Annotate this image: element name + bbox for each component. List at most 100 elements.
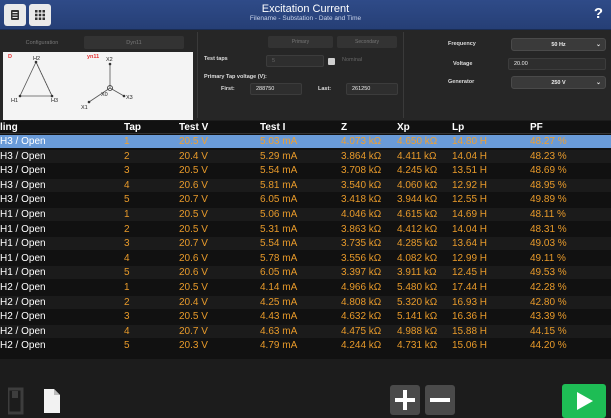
save-icon [8,387,24,415]
cell-test-v: 20.5 V [179,136,208,147]
cell-xp: 4.060 kΩ [397,179,438,191]
table-row[interactable]: H3 / Open 5 20.7 V 6.05 mA 3.418 kΩ 3.944 kΩ 1… [0,193,611,206]
table-row[interactable]: H2 / Open 1 20.5 V 4.14 mA 4.966 kΩ 5.480 kΩ 1… [0,281,611,294]
cell-lp: 14.69 H [452,209,488,220]
winding-diagram-drawing [18,60,126,104]
table-row[interactable]: H3 / Open 4 20.6 V 5.81 mA 3.540 kΩ 4.060 kΩ 1… [0,178,611,192]
frequency-select[interactable]: 50 Hz ⌄ [511,38,606,51]
column-header-lp[interactable]: Lp [452,122,464,133]
cell-test-v: 20.7 V [179,238,208,250]
cell-pf: 49.53 % [530,267,567,279]
cell-winding: H3 / Open [0,150,46,162]
table-row[interactable]: H3 / Open 2 20.4 V 5.29 mA 3.864 kΩ 4.411 kΩ 1… [0,149,611,163]
table-row[interactable]: H1 / Open 2 20.5 V 5.31 mA 3.863 kΩ 4.412 kΩ 1… [0,223,611,236]
chevron-down-icon: ⌄ [595,80,601,86]
generator-label: Generator [448,79,475,85]
test-taps-field[interactable]: 5 [266,55,324,67]
nominal-label: Nominal [342,57,363,63]
cell-tap: 4 [124,252,130,264]
save-button[interactable] [6,386,28,416]
tab-configuration[interactable]: Configuration [2,36,82,49]
cell-winding: H1 / Open [0,238,46,250]
cell-test-i: 5.54 mA [260,165,298,177]
table-row[interactable]: H2 / Open 5 20.3 V 4.79 mA 4.244 kΩ 4.731 kΩ 1… [0,339,611,352]
cell-test-i: 5.81 mA [260,179,298,191]
cell-winding: H1 / Open [0,267,46,279]
cell-tap: 5 [124,340,130,352]
cell-tap: 1 [124,136,130,147]
cell-z: 4.244 kΩ [341,340,382,352]
terminal-label: H3 [51,98,59,104]
results-table: ling Tap Test V Test I Z Xp Lp PF H3 / O… [0,121,611,359]
column-header-pf[interactable]: PF [530,122,543,133]
terminal-label: X2 [106,57,113,63]
help-button[interactable]: ? [594,5,603,22]
table-row[interactable]: H1 / Open 5 20.6 V 6.05 mA 3.397 kΩ 3.911 kΩ 1… [0,266,611,280]
cell-test-i: 4.79 mA [260,340,298,352]
first-voltage-field[interactable]: 288750 [250,83,302,95]
nominal-checkbox[interactable] [328,58,335,65]
page-title: Excitation Current [261,3,350,15]
chevron-down-icon: ⌄ [595,42,601,48]
page-subtitle: Filename - Substation - Date and Time [249,15,362,22]
first-label: First: [221,86,235,92]
cell-winding: H2 / Open [0,296,46,308]
column-header-tap[interactable]: Tap [124,122,141,133]
column-header-xp[interactable]: Xp [397,122,410,133]
cell-lp: 17.44 H [452,282,488,293]
cell-z: 4.632 kΩ [341,311,382,323]
cell-z: 3.863 kΩ [341,223,382,235]
cell-pf: 42.28 % [530,282,567,293]
cell-winding: H2 / Open [0,340,46,352]
tab-vector-group[interactable]: Dyn11 [84,36,184,49]
cell-test-v: 20.5 V [179,282,208,293]
table-row[interactable]: H2 / Open 3 20.5 V 4.43 mA 4.632 kΩ 5.141 kΩ 1… [0,310,611,323]
table-row[interactable]: H1 / Open 3 20.7 V 5.54 mA 3.735 kΩ 4.285 kΩ 1… [0,237,611,251]
secondary-button[interactable]: Secondary [337,36,397,48]
new-document-button[interactable] [40,386,64,416]
plus-icon [395,390,415,410]
cell-test-i: 4.43 mA [260,311,298,323]
cell-xp: 3.944 kΩ [397,194,438,206]
primary-button[interactable]: Primary [268,36,333,48]
add-button[interactable] [390,385,420,415]
voltage-input[interactable]: 20.00 [508,58,606,70]
table-row[interactable]: H1 / Open 4 20.6 V 5.78 mA 3.556 kΩ 4.082 kΩ 1… [0,252,611,265]
cell-z: 3.735 kΩ [341,238,382,250]
cell-tap: 4 [124,325,130,337]
cell-tap: 2 [124,223,130,235]
generator-select[interactable]: 250 V ⌄ [511,76,606,89]
column-header-z[interactable]: Z [341,122,347,133]
cell-z: 3.864 kΩ [341,150,382,162]
cell-test-i: 5.29 mA [260,150,298,162]
table-row[interactable]: H2 / Open 2 20.4 V 4.25 mA 4.808 kΩ 5.320 kΩ 1… [0,295,611,309]
cell-lp: 14.04 H [452,223,488,235]
remove-button[interactable] [425,385,455,415]
cell-winding: H2 / Open [0,311,46,323]
cell-z: 3.708 kΩ [341,165,382,177]
table-row[interactable]: H2 / Open 4 20.7 V 4.63 mA 4.475 kΩ 4.988 kΩ 1… [0,324,611,338]
table-row[interactable]: H3 / Open 3 20.5 V 5.54 mA 3.708 kΩ 4.245 kΩ 1… [0,164,611,177]
cell-winding: H2 / Open [0,325,46,337]
terminal-label: H1 [11,98,19,104]
cell-tap: 3 [124,311,130,323]
table-row[interactable]: H3 / Open 1 20.5 V 5.03 mA 4.073 kΩ 4.650 kΩ 1… [0,135,611,148]
cell-xp: 4.615 kΩ [397,209,438,220]
last-voltage-field[interactable]: 261250 [346,83,398,95]
cell-z: 4.808 kΩ [341,296,382,308]
cell-z: 4.966 kΩ [341,282,382,293]
bottom-toolbar [0,359,611,418]
column-header-test-i[interactable]: Test I [260,122,285,133]
run-test-button[interactable] [562,384,606,418]
column-header-test-v[interactable]: Test V [179,122,208,133]
table-row[interactable]: H1 / Open 1 20.5 V 5.06 mA 4.046 kΩ 4.615 kΩ 1… [0,208,611,221]
cell-tap: 1 [124,282,130,293]
cell-test-v: 20.6 V [179,267,208,279]
cell-pf: 48.11 % [530,209,566,220]
column-header-winding[interactable]: ling [0,122,18,133]
cell-test-v: 20.6 V [179,252,208,264]
cell-lp: 15.88 H [452,325,488,337]
cell-xp: 4.082 kΩ [397,252,438,264]
table-header: ling Tap Test V Test I Z Xp Lp PF [0,121,611,134]
cell-z: 4.046 kΩ [341,209,382,220]
